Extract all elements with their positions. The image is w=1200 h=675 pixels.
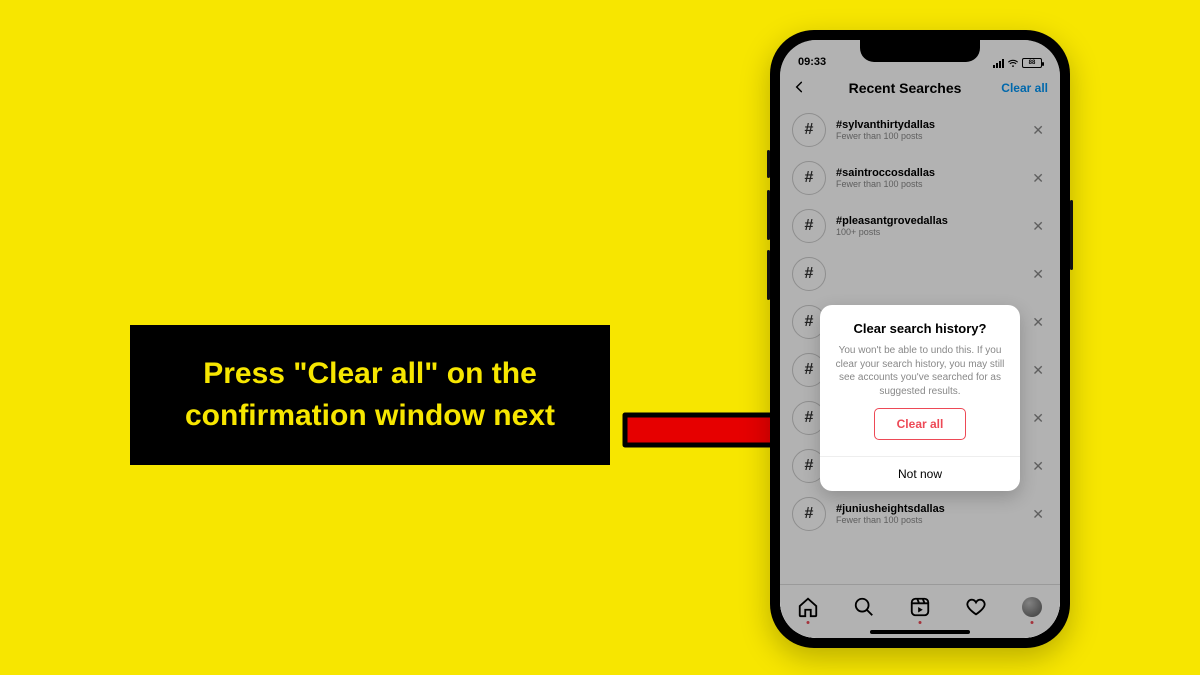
phone-screen: 09:33 88 Recent Searches Clear all # #sy… [780,40,1060,638]
instruction-caption: Press "Clear all" on the confirmation wi… [130,325,610,465]
clear-all-label: Clear all [875,417,965,431]
phone-notch [860,40,980,62]
dialog-title: Clear search history? [834,321,1006,336]
not-now-button[interactable]: Not now [820,456,1020,491]
dialog-message: You won't be able to undo this. If you c… [834,344,1006,398]
clear-all-button[interactable]: Clear all [874,408,966,440]
phone-mockup: 09:33 88 Recent Searches Clear all # #sy… [770,30,1070,648]
confirm-dialog: Clear search history? You won't be able … [820,305,1020,491]
